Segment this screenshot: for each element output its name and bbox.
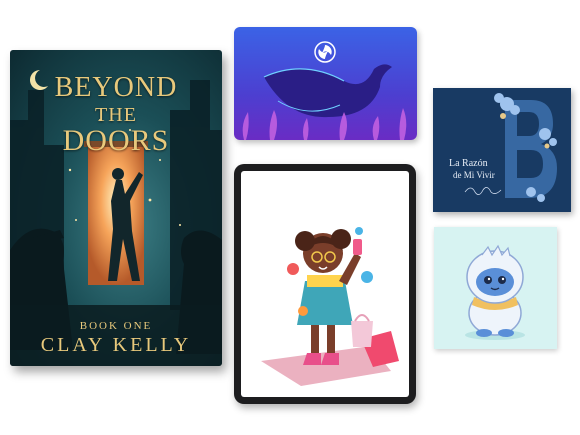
girl-illustration (261, 227, 399, 386)
yeti-mascot-card[interactable] (434, 227, 557, 349)
swirl-logo-icon (314, 41, 336, 63)
yeti-mascot-art (465, 244, 525, 340)
author-signature (464, 187, 502, 195)
book-series-label: BOOK ONE (79, 320, 153, 332)
tablet-screen-girl-illustration[interactable] (241, 171, 409, 397)
book-title-line-3: DOORS (62, 124, 170, 157)
book-title-line-1: BEYOND (54, 72, 178, 103)
whale-illustration-card[interactable] (234, 27, 417, 140)
book-author: CLAY KELLY (40, 334, 192, 356)
tablet-device (234, 164, 416, 404)
razon-title-line-2: de Mi Vivir (453, 170, 495, 180)
book-cover-beyond-the-doors[interactable]: BEYOND THE DOORS BOOK ONE CLAY KELLY (10, 50, 222, 366)
razon-title-line-1: La Razón (449, 158, 488, 169)
book-cover-la-razon[interactable]: La Razón de Mi Vivir (433, 88, 571, 212)
